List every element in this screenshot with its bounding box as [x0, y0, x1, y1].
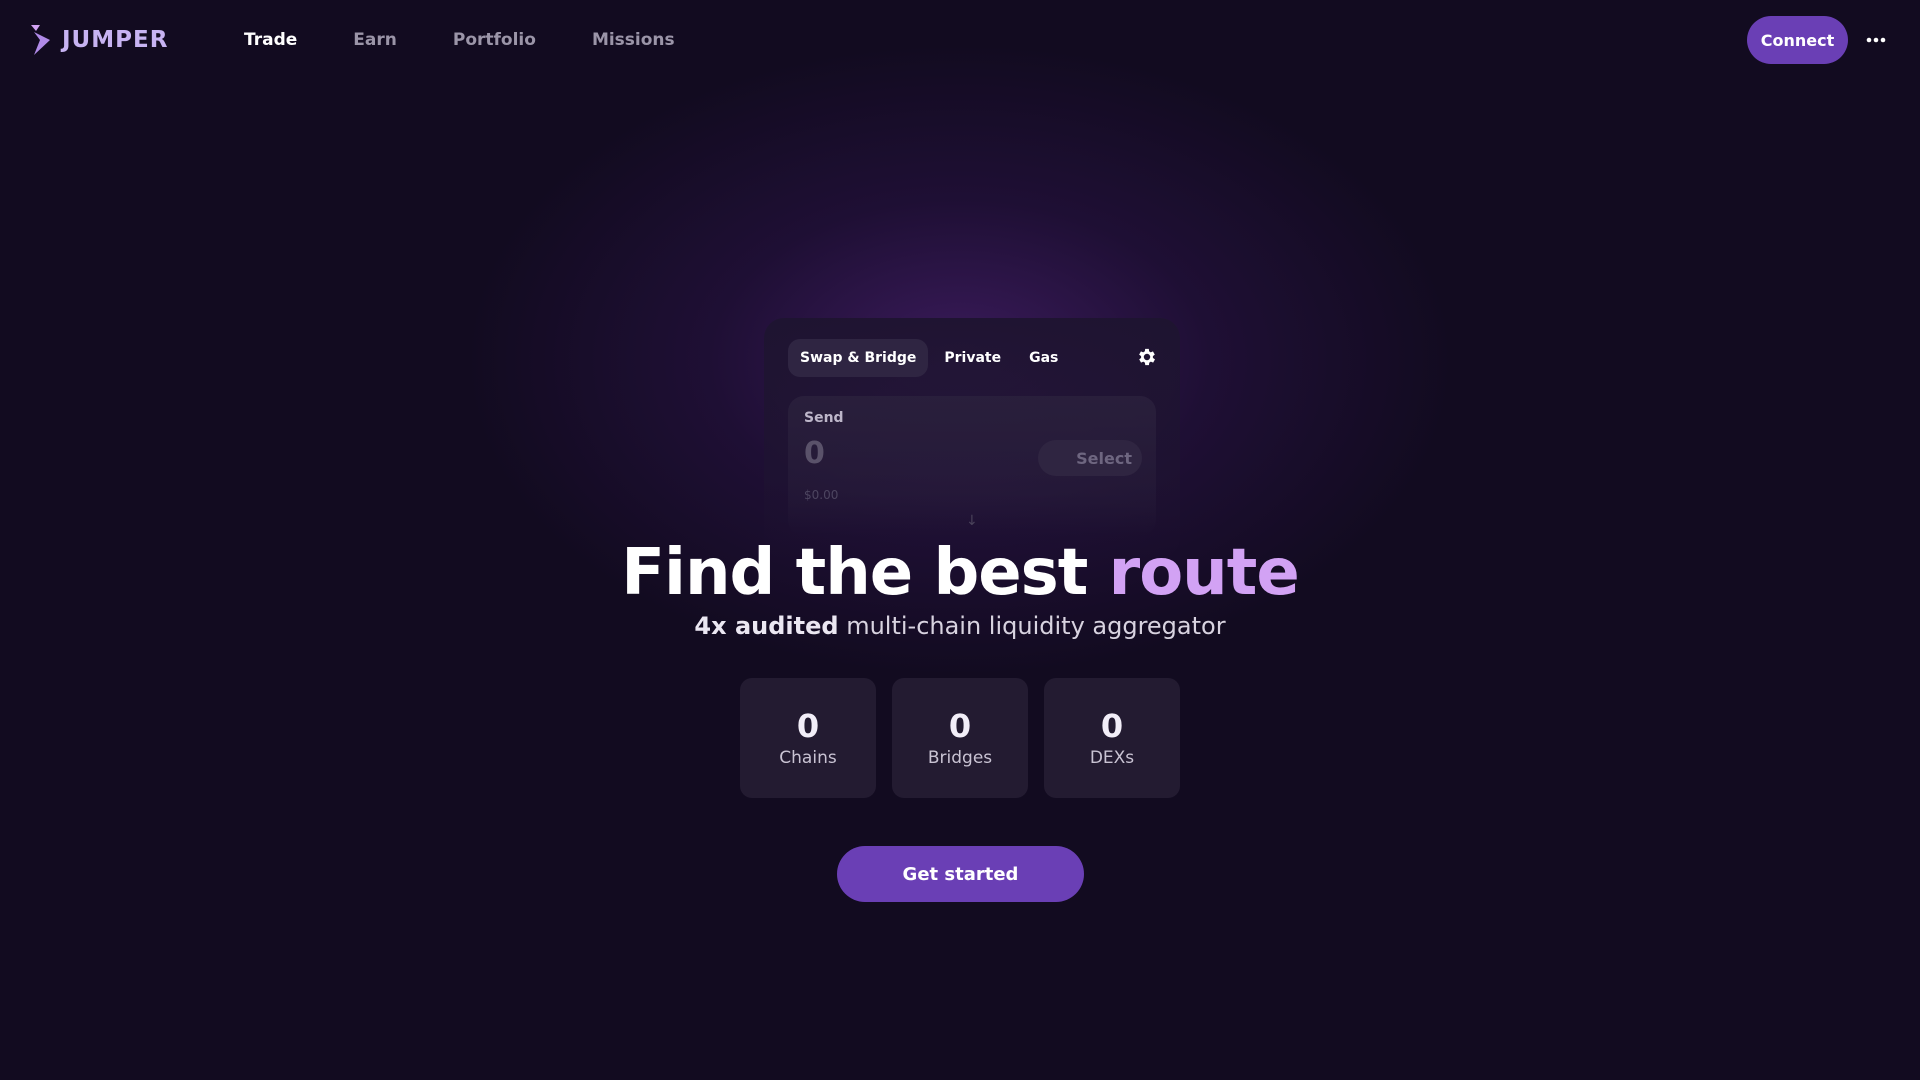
- hero-title: Find the best route: [0, 536, 1920, 610]
- nav-item-missions[interactable]: Missions: [564, 30, 703, 50]
- arrow-down-icon: ↓: [966, 513, 978, 529]
- jumper-logo-icon: [31, 25, 50, 55]
- stats-row: 0 Chains 0 Bridges 0 DEXs: [740, 678, 1180, 798]
- stat-value: 0: [796, 707, 820, 745]
- stat-card-dexs: 0 DEXs: [1044, 678, 1180, 798]
- usd-value: $0.00: [804, 488, 839, 502]
- nav-item-earn[interactable]: Earn: [325, 30, 425, 50]
- get-started-button[interactable]: Get started: [837, 846, 1084, 902]
- hero-subtitle: 4x audited multi-chain liquidity aggrega…: [0, 612, 1920, 640]
- top-bar: JUMPER Trade Earn Portfolio Missions Con…: [0, 0, 1920, 80]
- send-label: Send: [804, 410, 844, 426]
- select-token-button[interactable]: Select: [1038, 440, 1142, 476]
- tab-swap-bridge[interactable]: Swap & Bridge: [788, 339, 929, 377]
- tab-gas[interactable]: Gas: [1017, 339, 1070, 377]
- logo-wordmark: JUMPER: [62, 27, 169, 53]
- hero-title-accent: route: [1108, 536, 1300, 610]
- hero-subtitle-rest: multi-chain liquidity aggregator: [838, 612, 1226, 640]
- send-amount-input[interactable]: 0: [804, 436, 825, 471]
- main-nav: Trade Earn Portfolio Missions: [216, 0, 703, 80]
- tab-private[interactable]: Private: [932, 339, 1013, 377]
- jumper-logo[interactable]: JUMPER: [28, 22, 168, 58]
- stat-label: Bridges: [927, 748, 993, 768]
- stat-value: 0: [1100, 707, 1124, 745]
- nav-item-portfolio[interactable]: Portfolio: [425, 30, 564, 50]
- hero-subtitle-bold: 4x audited: [694, 612, 839, 640]
- nav-item-trade[interactable]: Trade: [216, 30, 325, 50]
- hero-title-main: Find the best: [621, 536, 1109, 610]
- more-horizontal-icon[interactable]: [1860, 24, 1892, 56]
- stat-label: Chains: [779, 748, 837, 768]
- widget-tabs: Swap & Bridge Private Gas: [788, 339, 1070, 377]
- stat-card-bridges: 0 Bridges: [892, 678, 1028, 798]
- stat-card-chains: 0 Chains: [740, 678, 876, 798]
- connect-button[interactable]: Connect: [1747, 16, 1848, 64]
- stat-label: DEXs: [1089, 748, 1135, 768]
- dots-icon: [1866, 37, 1886, 43]
- stat-value: 0: [948, 707, 972, 745]
- gear-icon[interactable]: [1136, 346, 1158, 368]
- select-token-label: Select: [1076, 448, 1132, 468]
